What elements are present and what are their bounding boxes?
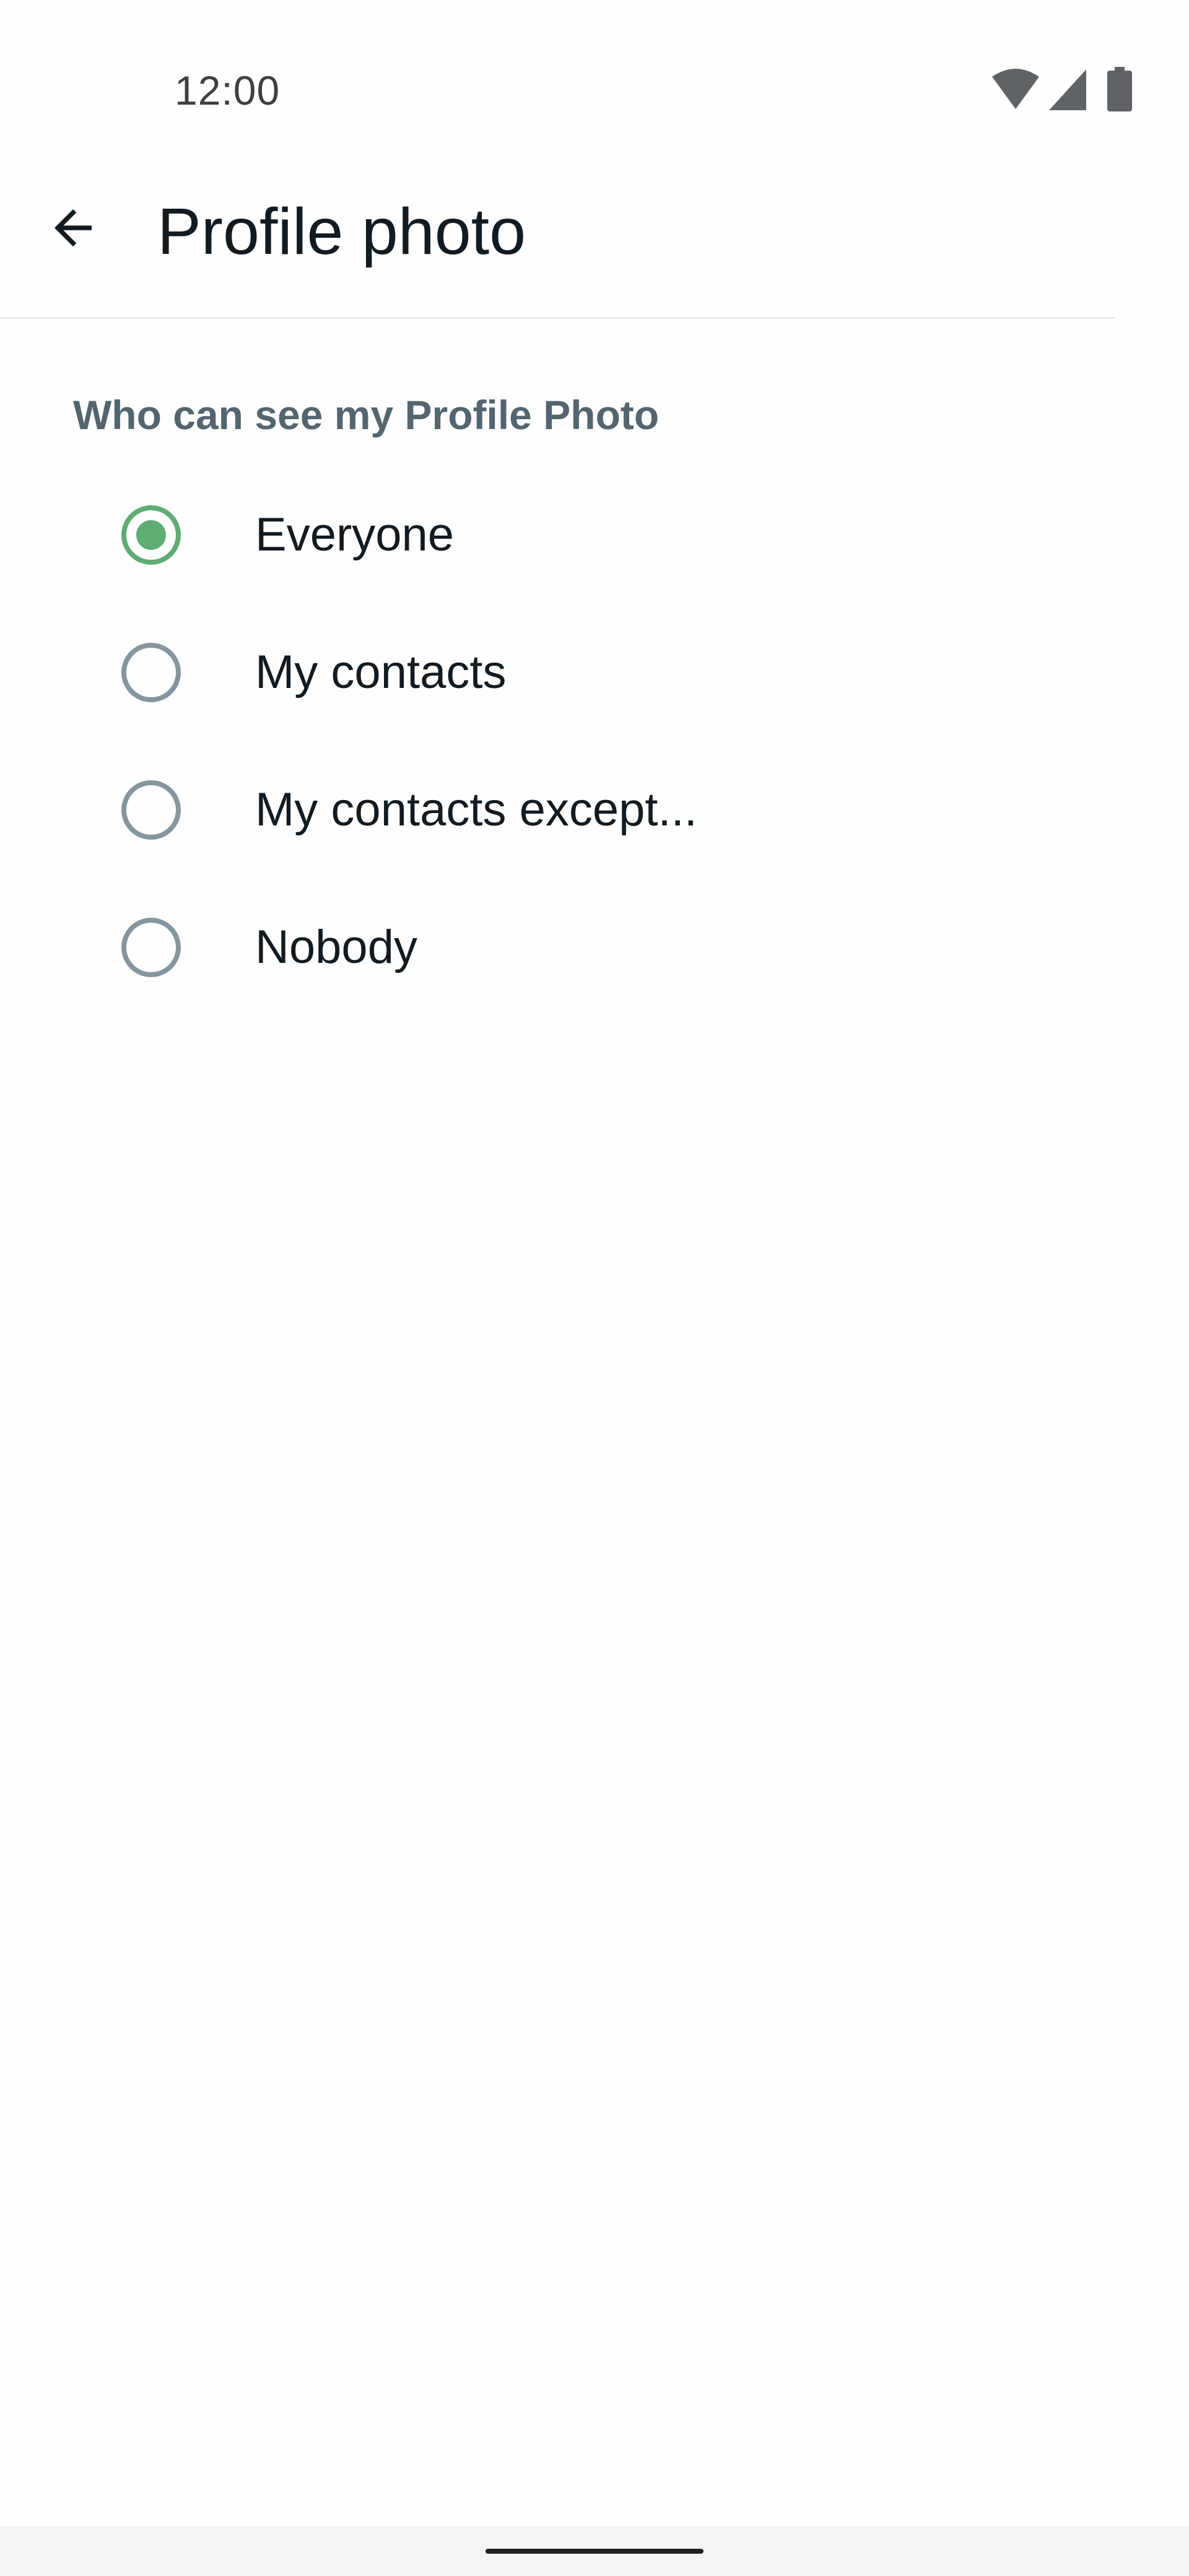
section-header: Who can see my Profile Photo (73, 392, 660, 438)
wifi-icon (992, 69, 1039, 109)
option-label: My contacts (255, 646, 507, 698)
radio-button[interactable] (121, 780, 181, 840)
battery-icon (1107, 67, 1132, 111)
option-nobody[interactable]: Nobody (0, 882, 1189, 1019)
option-label: Everyone (255, 508, 455, 561)
status-bar: 12:00 (0, 0, 1189, 149)
back-button[interactable] (31, 186, 115, 270)
option-label: Nobody (255, 921, 417, 973)
option-my-contacts[interactable]: My contacts (0, 607, 1189, 744)
radio-button[interactable] (121, 643, 181, 702)
option-my-contacts-except[interactable]: My contacts except... (0, 744, 1189, 882)
system-nav-bar (0, 2526, 1189, 2576)
profile-photo-privacy-screen: 12:00 Profile photo Who can see my Profi… (0, 0, 1189, 2576)
option-label: My contacts except... (255, 783, 697, 836)
arrow-back-icon (54, 209, 92, 246)
radio-button-checked[interactable] (121, 505, 181, 565)
radio-button[interactable] (121, 918, 181, 977)
status-time: 12:00 (175, 67, 281, 113)
cell-signal-icon (1049, 69, 1086, 110)
status-icons (991, 67, 1139, 111)
option-everyone[interactable]: Everyone (0, 469, 1189, 607)
gesture-handle[interactable] (486, 2549, 703, 2554)
page-title: Profile photo (157, 195, 526, 268)
app-bar: Profile photo (0, 149, 1115, 319)
